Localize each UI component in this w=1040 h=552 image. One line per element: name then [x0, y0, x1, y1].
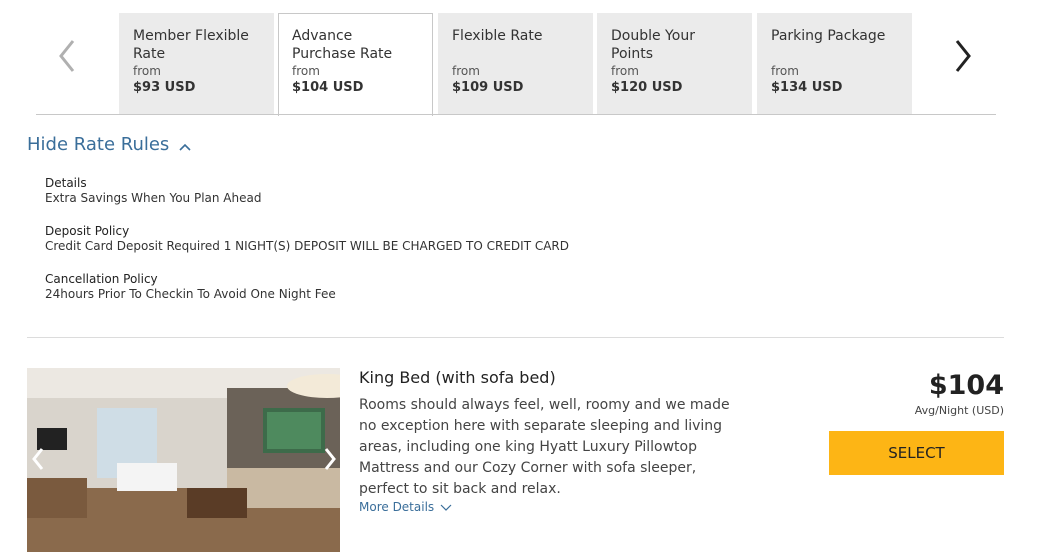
rate-tab-price: $104 USD — [292, 80, 364, 95]
rate-tab-name: Parking Package — [771, 28, 886, 44]
tabs-next-arrow-icon[interactable] — [953, 38, 973, 74]
more-details-link[interactable]: More Details — [359, 500, 452, 514]
more-details-label: More Details — [359, 500, 435, 514]
select-button[interactable]: SELECT — [829, 431, 1004, 475]
rate-tab-advance-purchase[interactable]: Advance Purchase Rate from $104 USD — [278, 13, 433, 116]
rate-tab-name: Double Your Points — [611, 28, 695, 62]
rate-tab-price: $109 USD — [452, 80, 524, 95]
cancellation-policy-title: Cancellation Policy — [45, 272, 158, 286]
section-divider — [27, 337, 1004, 338]
rate-tab-member-flexible[interactable]: Member Flexible Rate from $93 USD — [119, 13, 274, 115]
rate-tab-parking-package[interactable]: Parking Package from $134 USD — [757, 13, 912, 115]
tabs-prev-arrow-icon[interactable] — [57, 38, 77, 74]
room-title: King Bed (with sofa bed) — [359, 368, 556, 387]
rate-tab-price: $120 USD — [611, 80, 683, 95]
hide-rate-rules-toggle[interactable]: Hide Rate Rules — [27, 134, 191, 156]
cancellation-policy-text: 24hours Prior To Checkin To Avoid One Ni… — [45, 287, 336, 301]
details-title: Details — [45, 176, 87, 190]
deposit-policy-text: Credit Card Deposit Required 1 NIGHT(S) … — [45, 239, 569, 253]
rate-tab-from: from — [452, 64, 480, 78]
details-text: Extra Savings When You Plan Ahead — [45, 191, 262, 205]
rate-tab-from: from — [292, 64, 320, 78]
rate-tab-name: Flexible Rate — [452, 28, 543, 44]
chevron-down-icon — [438, 500, 452, 514]
rate-tab-double-points[interactable]: Double Your Points from $120 USD — [597, 13, 752, 115]
tabs-divider — [36, 114, 996, 115]
room-price: $104 — [928, 370, 1004, 401]
rate-tab-price: $134 USD — [771, 80, 843, 95]
rate-tab-flexible[interactable]: Flexible Rate from $109 USD — [438, 13, 593, 115]
room-photo — [27, 368, 340, 552]
rate-tab-from: from — [611, 64, 639, 78]
room-price-unit: Avg/Night (USD) — [914, 404, 1004, 417]
rate-tab-from: from — [133, 64, 161, 78]
photo-next-arrow-icon[interactable] — [322, 446, 338, 472]
deposit-policy-title: Deposit Policy — [45, 224, 130, 238]
rate-tab-name: Member Flexible Rate — [133, 28, 249, 62]
rate-tab-price: $93 USD — [133, 80, 196, 95]
chevron-up-icon — [179, 135, 191, 156]
photo-prev-arrow-icon[interactable] — [30, 446, 46, 472]
rate-tab-from: from — [771, 64, 799, 78]
hide-rate-rules-label: Hide Rate Rules — [27, 134, 170, 155]
room-description: Rooms should always feel, well, roomy an… — [359, 397, 730, 497]
rate-tab-name: Advance Purchase Rate — [292, 28, 393, 62]
